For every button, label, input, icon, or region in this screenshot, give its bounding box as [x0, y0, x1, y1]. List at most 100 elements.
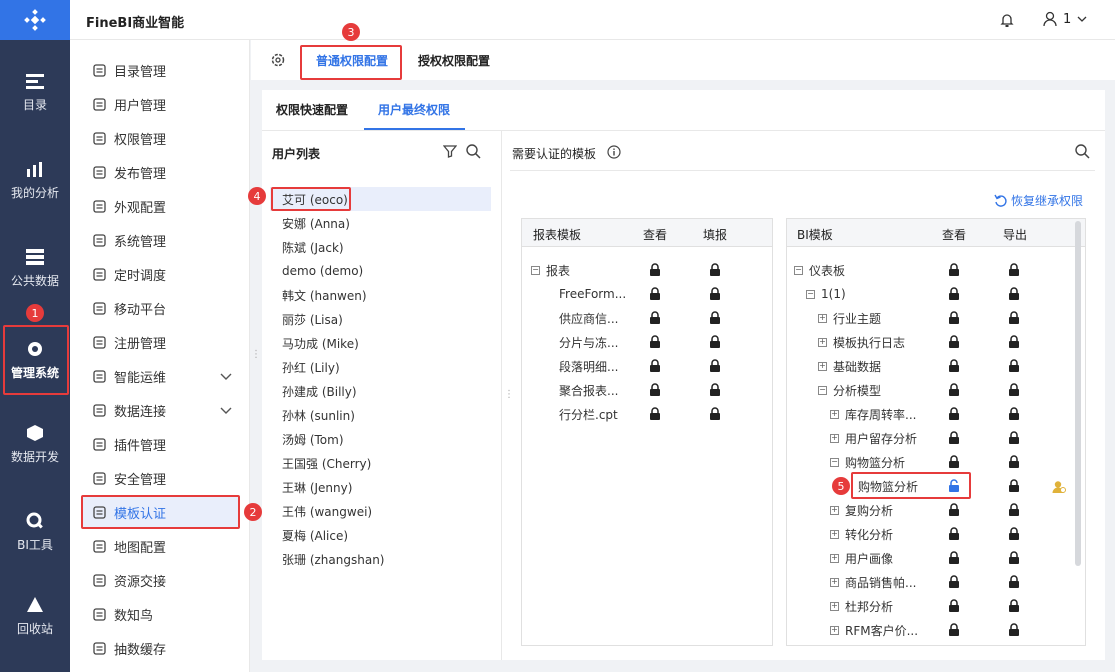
user-list-item[interactable]: 陈斌 (Jack) — [270, 235, 491, 259]
lock-icon[interactable] — [948, 431, 960, 445]
lock-icon[interactable] — [1008, 455, 1020, 469]
collapse-icon[interactable]: − — [830, 457, 839, 467]
report-tree-row[interactable]: FreeForm... — [559, 282, 626, 306]
restore-inherit-button[interactable]: 恢复继承权限 — [994, 192, 1083, 209]
logo[interactable] — [0, 0, 70, 40]
sidebar-item[interactable]: 定时调度 — [82, 259, 240, 289]
lock-icon[interactable] — [1008, 599, 1020, 613]
sidebar-item[interactable]: 抽数缓存 — [82, 633, 240, 663]
chevron-down-icon[interactable] — [220, 370, 232, 385]
sidebar-item[interactable]: 注册管理 — [82, 327, 240, 357]
user-list-item[interactable]: 孙建成 (Billy) — [270, 379, 491, 403]
gear-icon[interactable] — [270, 52, 286, 71]
lock-icon[interactable] — [649, 359, 661, 373]
user-list-item[interactable]: demo (demo) — [270, 259, 491, 283]
user-list-item[interactable]: 安娜 (Anna) — [270, 211, 491, 235]
expand-icon[interactable]: + — [830, 529, 839, 539]
user-permission-icon[interactable] — [1052, 480, 1066, 497]
nav-recycle[interactable]: 回收站 — [0, 580, 70, 652]
lock-icon[interactable] — [1008, 263, 1020, 277]
lock-icon[interactable] — [649, 407, 661, 421]
bi-tree-row[interactable]: + 用户留存分析 — [830, 426, 917, 450]
user-list-item[interactable]: 王伟 (wangwei) — [270, 499, 491, 523]
user-list-item[interactable]: 张珊 (zhangshan) — [270, 547, 491, 571]
expand-icon[interactable]: + — [830, 625, 839, 635]
sidebar-item[interactable]: 数知鸟 — [82, 599, 240, 629]
lock-icon[interactable] — [649, 287, 661, 301]
collapse-icon[interactable]: − — [806, 289, 815, 299]
nav-bi-tool[interactable]: BI工具 — [0, 496, 70, 568]
lock-icon[interactable] — [1008, 527, 1020, 541]
lock-icon[interactable] — [1008, 287, 1020, 301]
collapse-icon[interactable]: − — [818, 385, 827, 395]
lock-icon[interactable] — [709, 407, 721, 421]
report-tree-row[interactable]: 行分栏.cpt — [559, 402, 618, 426]
lock-icon[interactable] — [1008, 575, 1020, 589]
bi-tree-row[interactable]: + 模板执行日志 — [818, 330, 905, 354]
search-icon[interactable] — [466, 144, 481, 162]
lock-icon[interactable] — [948, 335, 960, 349]
user-list-item[interactable]: 王琳 (Jenny) — [270, 475, 491, 499]
user-menu[interactable]: 1 — [1043, 11, 1087, 27]
lock-icon[interactable] — [1008, 335, 1020, 349]
user-list-item[interactable]: 汤姆 (Tom) — [270, 427, 491, 451]
lock-icon[interactable] — [709, 359, 721, 373]
expand-icon[interactable]: + — [830, 601, 839, 611]
user-list-item[interactable]: 马功成 (Mike) — [270, 331, 491, 355]
bi-tree-row[interactable]: + RFM客户价... — [830, 618, 918, 642]
lock-icon[interactable] — [948, 623, 960, 637]
lock-icon[interactable] — [1008, 383, 1020, 397]
sidebar-item[interactable]: 系统管理 — [82, 225, 240, 255]
sidebar-item[interactable]: 智能运维 — [82, 361, 240, 391]
lock-icon[interactable] — [1008, 431, 1020, 445]
lock-icon[interactable] — [1008, 359, 1020, 373]
lock-icon[interactable] — [649, 263, 661, 277]
filter-icon[interactable] — [442, 144, 458, 161]
sidebar-item[interactable]: 目录管理 — [82, 55, 240, 85]
lock-icon[interactable] — [1008, 551, 1020, 565]
expand-icon[interactable]: + — [830, 577, 839, 587]
subtab-quick-config[interactable]: 权限快速配置 — [276, 101, 348, 118]
lock-icon[interactable] — [948, 551, 960, 565]
nav-my-analysis[interactable]: 我的分析 — [0, 144, 70, 216]
report-tree-row[interactable]: 聚合报表... — [559, 378, 618, 402]
expand-icon[interactable]: + — [830, 553, 839, 563]
lock-icon[interactable] — [649, 311, 661, 325]
bi-tree-row[interactable]: + 复购分析 — [830, 498, 893, 522]
bi-tree-row[interactable]: − 仪表板 — [794, 258, 845, 282]
bi-tree-row[interactable]: + 转化分析 — [830, 522, 893, 546]
lock-icon[interactable] — [709, 287, 721, 301]
bell-icon[interactable] — [1000, 12, 1014, 31]
lock-icon[interactable] — [948, 527, 960, 541]
expand-icon[interactable]: + — [830, 409, 839, 419]
lock-icon[interactable] — [1008, 407, 1020, 421]
expand-icon[interactable]: + — [830, 433, 839, 443]
resize-handle[interactable]: ⋮ — [504, 389, 514, 401]
sidebar-item[interactable]: 外观配置 — [82, 191, 240, 221]
scrollbar[interactable] — [1075, 221, 1081, 566]
bi-tree-row[interactable]: − 分析模型 — [818, 378, 881, 402]
lock-icon[interactable] — [948, 407, 960, 421]
lock-icon[interactable] — [948, 503, 960, 517]
sidebar-item[interactable]: 资源交接 — [82, 565, 240, 595]
sidebar-item[interactable]: 数据连接 — [82, 395, 240, 425]
lock-icon[interactable] — [948, 575, 960, 589]
report-tree-row[interactable]: 分片与冻... — [559, 330, 618, 354]
subtab-final-permission[interactable]: 用户最终权限 — [378, 101, 450, 118]
lock-icon[interactable] — [948, 263, 960, 277]
lock-icon[interactable] — [948, 599, 960, 613]
lock-icon[interactable] — [1008, 311, 1020, 325]
sidebar-item[interactable]: 权限管理 — [82, 123, 240, 153]
sidebar-item[interactable]: 插件管理 — [82, 429, 240, 459]
nav-catalog[interactable]: 目录 — [0, 56, 70, 128]
sidebar-item[interactable]: 用户管理 — [82, 89, 240, 119]
tab-authorization-permission[interactable]: 授权权限配置 — [418, 52, 490, 69]
user-list-item[interactable]: 韩文 (hanwen) — [270, 283, 491, 307]
expand-icon[interactable]: + — [818, 337, 827, 347]
sidebar-item[interactable]: 移动平台 — [82, 293, 240, 323]
lock-icon[interactable] — [948, 455, 960, 469]
bi-tree-row[interactable]: + 杜邦分析 — [830, 594, 893, 618]
expand-icon[interactable]: + — [818, 313, 827, 323]
bi-tree-row[interactable]: + 商品销售帕... — [830, 570, 916, 594]
nav-data-dev[interactable]: 数据开发 — [0, 408, 70, 480]
